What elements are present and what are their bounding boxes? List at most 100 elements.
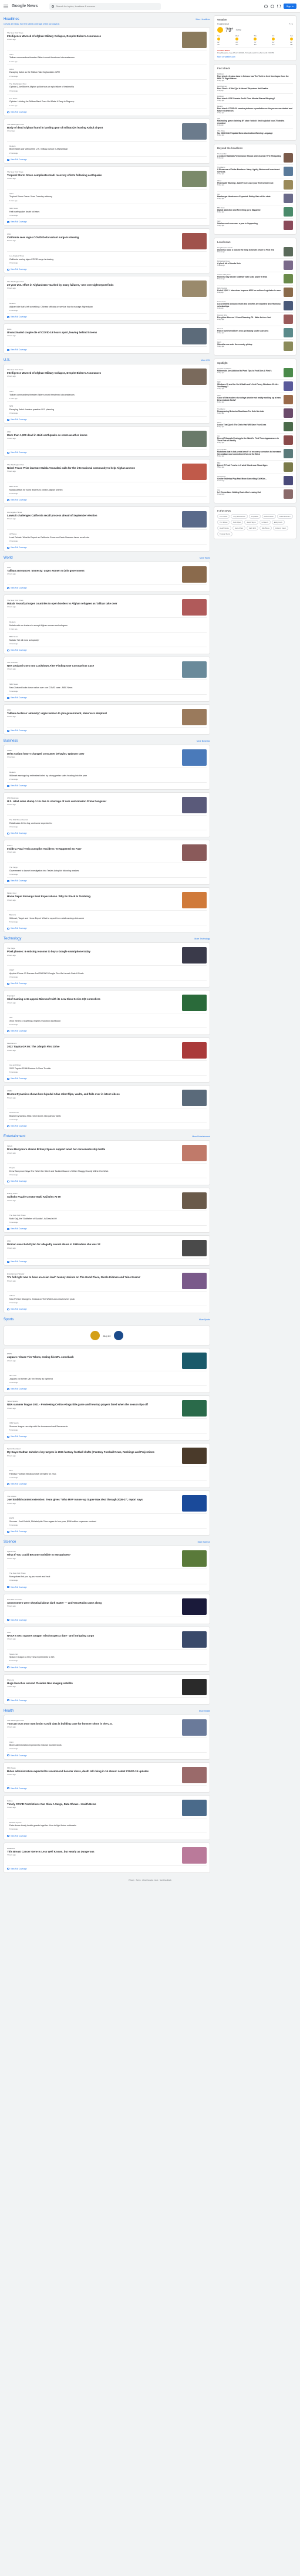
story-headline[interactable]: Home Depot Earnings Beat Expectations. W… <box>7 895 179 898</box>
story-thumbnail[interactable] <box>284 435 293 445</box>
full-coverage-link[interactable]: View Full Coverage <box>7 417 207 421</box>
forecast-day[interactable]: Tue 82° 64° <box>217 35 220 46</box>
story-headline[interactable]: Malala calls on leaders to accept Afghan… <box>9 624 207 627</box>
search-icon[interactable] <box>52 5 55 8</box>
related-story[interactable]: Axios Escaping Kabul as the Taliban Take … <box>7 65 207 80</box>
story-thumbnail[interactable] <box>284 395 293 404</box>
story-source[interactable]: NPR <box>9 405 207 407</box>
story-headline[interactable]: Haiti earthquake: death toll rises <box>9 211 207 214</box>
related-story[interactable]: Medical Xpress Data shows timely health g… <box>7 1818 207 1833</box>
story-headline[interactable]: Pharmadill Warning: Jade Freezes and you… <box>217 182 282 184</box>
story-thumbnail[interactable] <box>284 301 293 310</box>
story-source[interactable]: BBC News <box>9 635 207 638</box>
story-source[interactable]: CNBC <box>7 1090 179 1092</box>
story-thumbnail[interactable] <box>284 462 293 472</box>
sidebar-card-title[interactable]: Local news <box>217 241 293 244</box>
story-thumbnail[interactable] <box>284 261 293 270</box>
section-more-link[interactable]: More World <box>200 557 210 559</box>
story-headline[interactable]: Biden takes war without the U.S. militar… <box>9 148 207 151</box>
lead-story[interactable]: Axios Unvaccinated couple die of COVID-19… <box>7 326 207 347</box>
full-coverage-link[interactable]: View Full Coverage <box>7 728 207 732</box>
story-headline[interactable]: Xbox Series X is getting a higher-resolu… <box>9 1020 207 1023</box>
story-headline[interactable]: Escaping Kabul: leaders question U.S. pl… <box>9 408 207 411</box>
story-source[interactable]: The Wall Street Journal <box>9 819 207 821</box>
lead-story[interactable]: The New York Times Intelligence Warned of… <box>7 367 207 388</box>
sidebar-card-title[interactable]: Beyond the headlines <box>217 147 293 150</box>
related-story[interactable]: Reuters Walmart earnings top estimates fu… <box>7 768 207 783</box>
sidebar-story[interactable]: The Guardian A Leaked Habibidi-Performanc… <box>217 151 293 165</box>
story-headline[interactable]: This Breast Cancer Gene Is Less Well Kno… <box>7 1850 179 1853</box>
story-headline[interactable]: Taliban announces 'amnesty,' urges women… <box>7 569 179 572</box>
story-thumbnail[interactable] <box>182 947 207 964</box>
story-headline[interactable]: Boston Dynamics shows how bipedal Atlas … <box>7 1093 179 1096</box>
lead-story[interactable]: Entertainment Weekly 'It's full right now… <box>7 1271 207 1292</box>
full-coverage-link[interactable]: View Full Coverage <box>7 449 207 454</box>
story-thumbnail[interactable] <box>284 153 293 163</box>
lead-story[interactable]: Healthline This Breast Cancer Gene Is Les… <box>7 1845 207 1866</box>
sidebar-story[interactable]: Vox Hamburger Harderness Expected: Bailey… <box>217 192 293 205</box>
topic-chip[interactable]: Nile Bruce <box>259 526 272 530</box>
story-headline[interactable]: Malala: 'We all must act quickly' <box>9 639 207 642</box>
story-thumbnail[interactable] <box>182 709 207 726</box>
story-headline[interactable]: Dutchess local: a look at the wing to se… <box>217 249 282 251</box>
full-coverage-link[interactable]: View Full Coverage <box>7 925 207 929</box>
related-story[interactable]: The Washington Post Opinion | Joe Biden's… <box>7 80 207 95</box>
full-coverage-link[interactable]: View Full Coverage <box>7 981 207 985</box>
topic-chip[interactable]: Lil Nas X <box>259 520 271 525</box>
lead-story[interactable]: CNN Business U.S. retail sales slump 1.1%… <box>7 795 207 816</box>
story-source[interactable]: Space.com <box>9 1653 207 1655</box>
full-coverage-link[interactable]: View Full Coverage <box>7 1529 207 1533</box>
related-story[interactable]: Space.com SpaceX Dragon to ferry new expe… <box>7 1650 207 1665</box>
full-coverage-link[interactable]: View Full Coverage <box>7 1617 207 1621</box>
sidebar-story[interactable]: Reuters Fact check: COVID-19 vaccine pict… <box>217 104 293 116</box>
google-news-logo[interactable]: Google News <box>12 4 38 8</box>
story-thumbnail[interactable] <box>284 489 293 499</box>
story-source[interactable]: Scientific American <box>7 1598 179 1601</box>
story-thumbnail[interactable] <box>284 328 293 337</box>
story-source[interactable]: The Washington Post <box>7 123 179 126</box>
section-title-5[interactable]: Entertainment <box>4 1135 25 1138</box>
story-headline[interactable]: Apple's iPhone 13 Rumors And PAIRING Goo… <box>9 972 207 975</box>
story-thumbnail[interactable] <box>284 194 293 203</box>
weather-more-link[interactable]: More on weather.com <box>217 54 293 58</box>
sidebar-story[interactable]: Hudson Valley Post Farmers may decide hea… <box>217 272 293 286</box>
story-source[interactable]: Yahoo Sports <box>7 1400 179 1402</box>
story-source[interactable]: Rolling Stone <box>7 1192 179 1195</box>
story-source[interactable]: Barron's <box>9 914 207 916</box>
lead-story[interactable]: CNN Taliban declares 'amnesty,' urges wom… <box>7 707 207 728</box>
forecast-day[interactable]: Wed 83° 66° <box>235 35 239 46</box>
lead-story[interactable]: Forbes Inside a Fatal Tesla Autopilot Acc… <box>7 843 207 864</box>
story-headline[interactable]: Windows 11 and the On & Sad Land's Just … <box>217 383 282 388</box>
story-source[interactable]: CNN <box>9 53 207 56</box>
story-thumbnail[interactable] <box>182 1273 207 1290</box>
related-story[interactable]: CNN Taliban commanders threaten Biden's m… <box>7 387 207 403</box>
story-thumbnail[interactable] <box>284 221 293 230</box>
topic-chip[interactable]: Emily Koch <box>271 520 285 525</box>
forecast-day[interactable]: Sat 84° 68° <box>289 35 293 46</box>
related-story[interactable]: CNN Biden administration expected to endo… <box>7 1738 207 1753</box>
story-headline[interactable]: Intelligence Warned of Afghan Military C… <box>7 35 179 38</box>
sidebar-story[interactable]: Smithsonian Crafter Tabletop Play Fast Me… <box>217 474 293 488</box>
story-source[interactable]: CNN <box>7 1631 179 1634</box>
story-headline[interactable]: What If You Could Become Invisible to Mo… <box>7 1553 179 1556</box>
lead-story[interactable]: The New York Times Malala Yousafzai urges… <box>7 597 207 618</box>
full-coverage-link[interactable]: View Full Coverage <box>7 878 207 882</box>
section-title-6[interactable]: Sports <box>4 1318 14 1321</box>
story-source[interactable]: CNN <box>7 431 179 433</box>
related-story[interactable]: Fox News Opinion: Holding the Taliban Bac… <box>7 94 207 110</box>
sidebar-story[interactable]: The Atlantic If Pleasures of Dollar Bombe… <box>217 165 293 178</box>
story-thumbnail[interactable] <box>284 408 293 418</box>
story-source[interactable]: NFL.com <box>9 1374 207 1377</box>
sports-scoreboard[interactable]: Aug 23 <box>4 1326 210 1346</box>
sidebar-story[interactable]: Slate Color of the modern rise delays sho… <box>217 393 293 407</box>
lead-story[interactable]: The Washington Post 20-year U.S. effort i… <box>7 279 207 300</box>
sidebar-story[interactable]: News 12 Police hunt for robbers who got s… <box>217 326 293 340</box>
story-headline[interactable]: Woman sues Bob Dylan for allegedly sexua… <box>7 1243 179 1246</box>
story-thumbnail[interactable] <box>182 1192 207 1209</box>
lead-story[interactable]: The Washington Post Body of dead Afghan f… <box>7 121 207 143</box>
sidebar-story[interactable]: Vox Recent Tribunals Ecology to the World… <box>217 434 293 447</box>
story-source[interactable]: Engadget <box>7 995 179 997</box>
story-source[interactable]: CNBC <box>7 749 179 752</box>
full-coverage-link[interactable]: View Full Coverage <box>7 1178 207 1182</box>
topic-chip[interactable]: Jacob Wynn <box>244 520 258 525</box>
